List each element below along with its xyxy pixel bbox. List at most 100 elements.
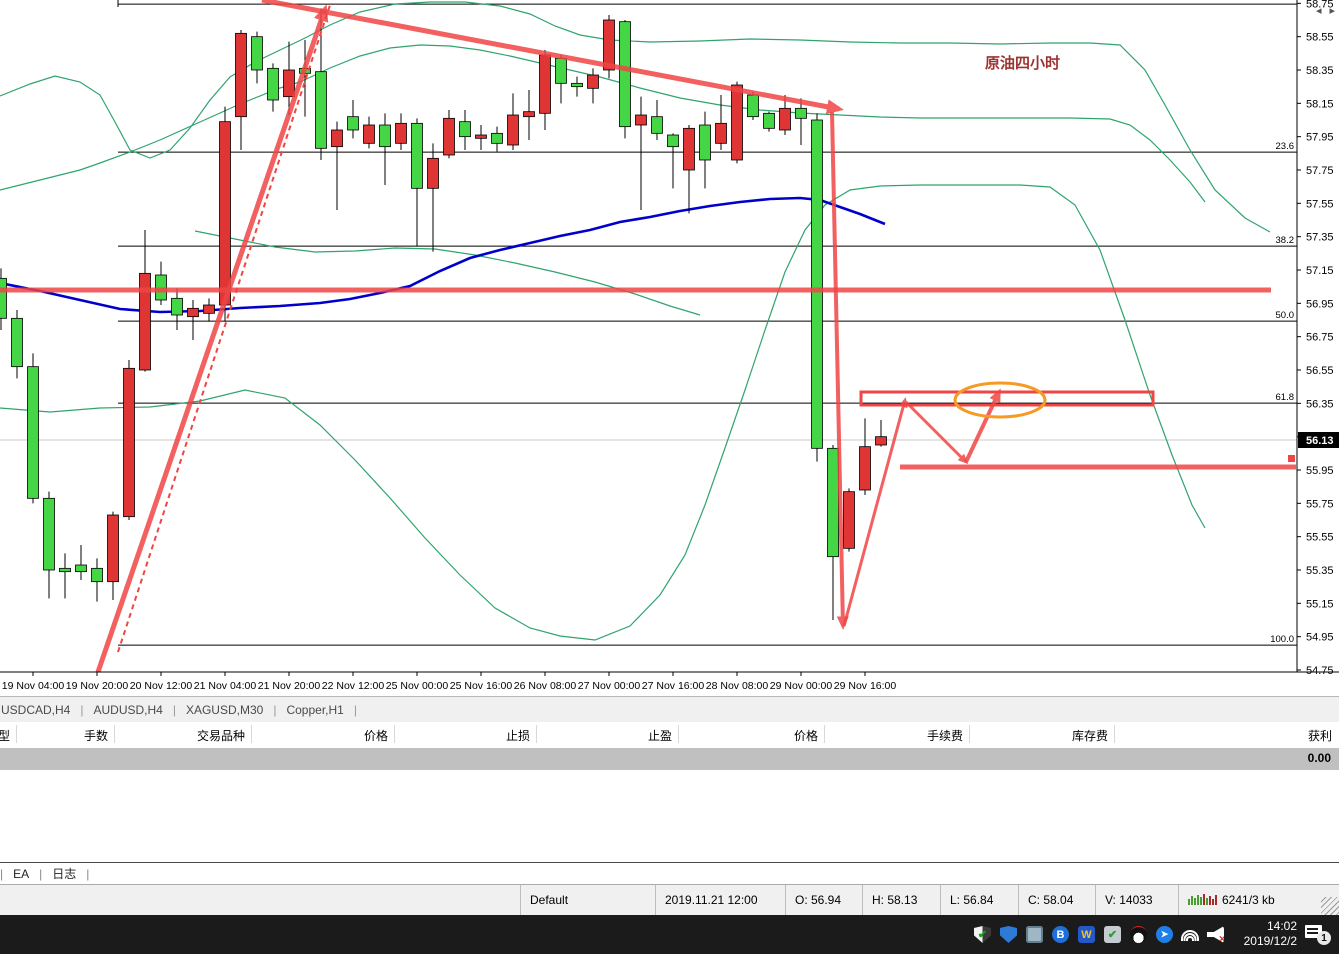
status-cell[interactable]: C: 58.04 xyxy=(1018,885,1095,915)
price-tick-label: 57.95 xyxy=(1306,132,1334,144)
column-header[interactable]: 获利 xyxy=(1308,727,1332,744)
fib-level-label: 100.0 xyxy=(1270,634,1294,645)
status-cell[interactable]: Default xyxy=(520,885,655,915)
column-divider[interactable] xyxy=(678,725,679,743)
column-header[interactable]: 止损 xyxy=(506,727,530,744)
time-tick-label[interactable]: 19 Nov 20:00 xyxy=(66,680,129,692)
candle-bullish xyxy=(283,69,295,98)
action-center-icon[interactable]: 1 xyxy=(1305,923,1331,945)
chart-canvas[interactable]: 23.638.250.061.8100.0原油四小时58.7558.5558.3… xyxy=(0,0,1339,696)
column-divider[interactable] xyxy=(824,725,825,743)
column-header[interactable]: 手续费 xyxy=(927,727,963,744)
candle-bearish xyxy=(251,36,263,71)
system-tray[interactable]: ✔ B W ✔ ➤ ✕ xyxy=(974,915,1224,954)
tab-scroll-right-icon[interactable]: ▸ xyxy=(1329,4,1335,17)
candle-bullish xyxy=(843,491,855,549)
windows-defender-icon[interactable]: ✔ xyxy=(974,926,991,943)
price-tick-label: 56.35 xyxy=(1306,398,1334,410)
time-tick-label[interactable]: 25 Nov 16:00 xyxy=(450,680,513,692)
time-tick-label[interactable]: 27 Nov 00:00 xyxy=(578,680,641,692)
candle-bullish xyxy=(187,307,199,318)
column-header[interactable]: 库存费 xyxy=(1072,727,1108,744)
price-tick-label: 58.15 xyxy=(1306,98,1334,110)
w-app-icon[interactable]: W xyxy=(1078,926,1095,943)
tab-scroll-arrows[interactable]: ◂ ▸ xyxy=(1316,4,1335,17)
column-divider[interactable] xyxy=(1114,725,1115,743)
candle-bearish xyxy=(763,112,775,129)
time-tick-label[interactable]: 19 Nov 04:00 xyxy=(2,680,65,692)
symbol-tab-audusd[interactable]: AUDUSD,H4 xyxy=(83,703,172,717)
candle-bearish xyxy=(827,447,839,558)
status-cell[interactable]: L: 56.84 xyxy=(940,885,1018,915)
drawn-trend-arrow[interactable] xyxy=(904,400,969,465)
status-cell[interactable]: 2019.11.21 12:00 xyxy=(655,885,785,915)
bollinger-inner-lower xyxy=(194,230,701,316)
candle-bullish xyxy=(363,124,375,144)
column-header[interactable]: 价格 xyxy=(794,727,818,744)
security-shield-icon[interactable] xyxy=(1000,926,1017,943)
column-divider[interactable] xyxy=(251,725,252,743)
qq-icon[interactable] xyxy=(1130,926,1147,943)
taskbar-clock[interactable]: 14:02 2019/12/2 xyxy=(1244,919,1297,949)
column-divider[interactable] xyxy=(394,725,395,743)
time-tick-label[interactable]: 20 Nov 12:00 xyxy=(130,680,193,692)
price-tick-label: 57.35 xyxy=(1306,232,1334,244)
windows-taskbar[interactable]: ✔ B W ✔ ➤ ✕ 14:02 2019/12/2 1 xyxy=(0,915,1339,954)
status-cell[interactable]: H: 58.13 xyxy=(862,885,940,915)
candle-bearish xyxy=(795,107,807,119)
drawn-ellipse[interactable] xyxy=(953,381,1047,419)
price-tick-label: 56.55 xyxy=(1306,365,1334,377)
remote-desktop-icon[interactable] xyxy=(1026,926,1043,943)
symbol-tab-xagusd[interactable]: XAGUSD,M30 xyxy=(176,703,273,717)
time-tick-label[interactable]: 21 Nov 04:00 xyxy=(194,680,257,692)
resize-grip[interactable] xyxy=(1321,897,1339,915)
bollinger-outer-lower xyxy=(0,184,1206,641)
candle-bearish xyxy=(699,124,711,161)
status-cell[interactable]: V: 14033 xyxy=(1095,885,1178,915)
time-tick-label[interactable]: 22 Nov 12:00 xyxy=(322,680,385,692)
drawn-trend-arrow[interactable] xyxy=(95,4,329,673)
column-header[interactable]: 类型 xyxy=(0,727,10,744)
tab-scroll-left-icon[interactable]: ◂ xyxy=(1316,4,1322,17)
status-cell-label: L: 56.84 xyxy=(950,893,994,907)
time-tick-label[interactable]: 21 Nov 20:00 xyxy=(258,680,321,692)
update-check-icon[interactable]: ✔ xyxy=(1104,926,1121,943)
column-divider[interactable] xyxy=(536,725,537,743)
column-header[interactable]: 交易品种 xyxy=(197,727,245,744)
candle-bullish xyxy=(395,122,407,144)
status-cell[interactable]: 6241/3 kb xyxy=(1178,885,1290,915)
terminal-tab-ea[interactable]: EA xyxy=(3,867,39,881)
price-tick-label: 58.35 xyxy=(1306,65,1334,77)
column-header[interactable]: 止盈 xyxy=(648,727,672,744)
price-tick-label: 55.95 xyxy=(1306,465,1334,477)
symbol-tab-copper[interactable]: Copper,H1 xyxy=(276,703,353,717)
time-tick-label[interactable]: 28 Nov 08:00 xyxy=(706,680,769,692)
terminal-tab-log[interactable]: 日志 xyxy=(42,865,86,882)
volume-muted-icon[interactable]: ✕ xyxy=(1207,926,1224,943)
tab-separator: | xyxy=(353,702,357,717)
drawn-trend-arrow[interactable] xyxy=(964,388,1001,463)
wifi-icon[interactable] xyxy=(1181,928,1199,941)
time-tick-label[interactable]: 27 Nov 16:00 xyxy=(642,680,705,692)
candle-bullish xyxy=(587,74,599,89)
thunder-icon[interactable]: ➤ xyxy=(1156,926,1173,943)
column-divider[interactable] xyxy=(114,725,115,743)
status-cell[interactable]: O: 56.94 xyxy=(785,885,862,915)
column-divider[interactable] xyxy=(16,725,17,743)
candle-bullish xyxy=(507,114,519,146)
column-divider[interactable] xyxy=(969,725,970,743)
time-tick-label[interactable]: 29 Nov 16:00 xyxy=(834,680,897,692)
time-tick-label[interactable]: 29 Nov 00:00 xyxy=(770,680,833,692)
candle-bullish xyxy=(203,304,215,314)
status-cell-label: O: 56.94 xyxy=(795,893,842,907)
time-tick-label[interactable]: 26 Nov 08:00 xyxy=(514,680,577,692)
column-header[interactable]: 价格 xyxy=(364,727,388,744)
symbol-tab-usdcad[interactable]: USDCAD,H4 xyxy=(0,703,80,717)
candle-bearish xyxy=(27,366,39,499)
column-header[interactable]: 手数 xyxy=(84,727,108,744)
candle-bullish xyxy=(731,84,743,161)
price-chart[interactable]: 23.6 38.2 50.0 61.8 100.0 原油四小时 58.75 58.55 58.3… xyxy=(0,0,1339,696)
time-tick-label[interactable]: 25 Nov 00:00 xyxy=(386,680,449,692)
bluetooth-icon[interactable]: B xyxy=(1052,926,1069,943)
candle-bearish xyxy=(315,71,327,149)
